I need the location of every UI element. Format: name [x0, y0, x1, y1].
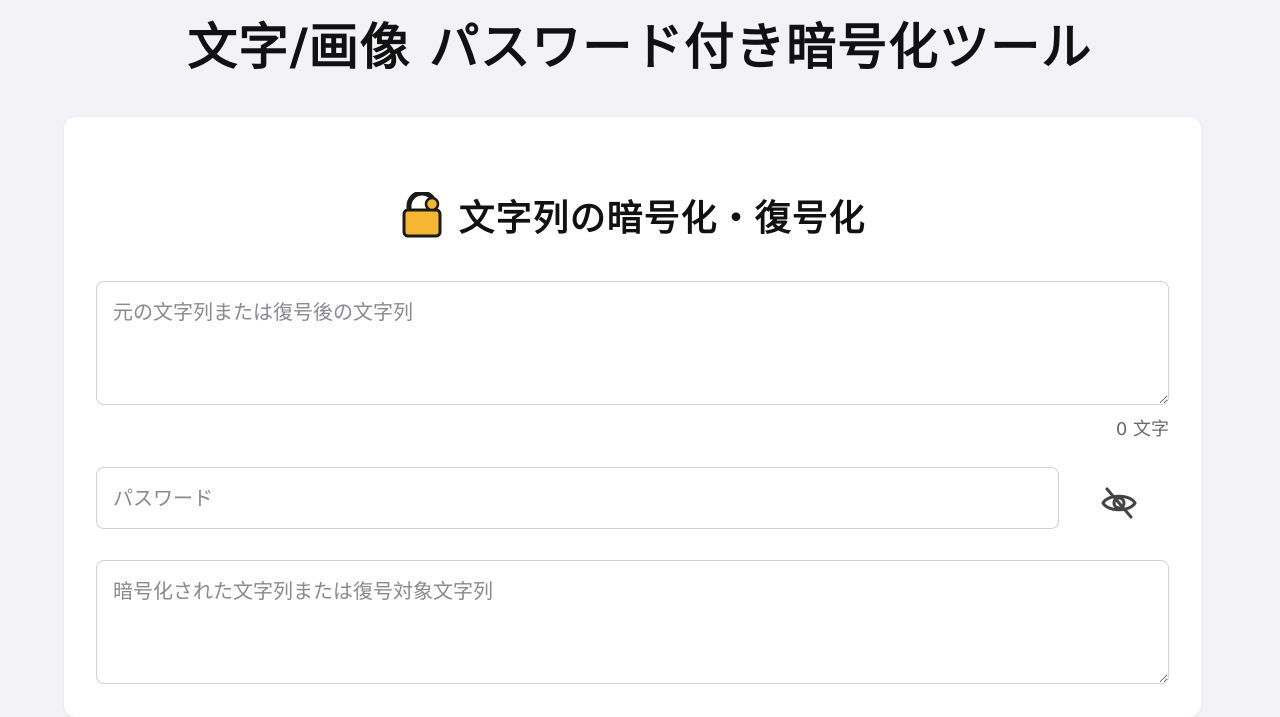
char-count: 0 文字 [1115, 419, 1169, 440]
section-title: 文字列の暗号化・復号化 [458, 198, 866, 239]
eye-slash-icon [1099, 483, 1139, 526]
encryption-card: 文字列の暗号化・復号化 0 文字 [64, 117, 1201, 717]
lock-icon [399, 190, 445, 238]
page-title: 文字/画像 パスワード付き暗号化ツール [187, 18, 1093, 76]
section-heading: 文字列の暗号化・復号化 [64, 189, 1201, 241]
plain-text-input[interactable] [96, 281, 1169, 405]
password-input[interactable] [96, 467, 1059, 529]
cipher-text-input[interactable] [96, 560, 1169, 684]
password-visibility-toggle[interactable] [1094, 479, 1144, 529]
